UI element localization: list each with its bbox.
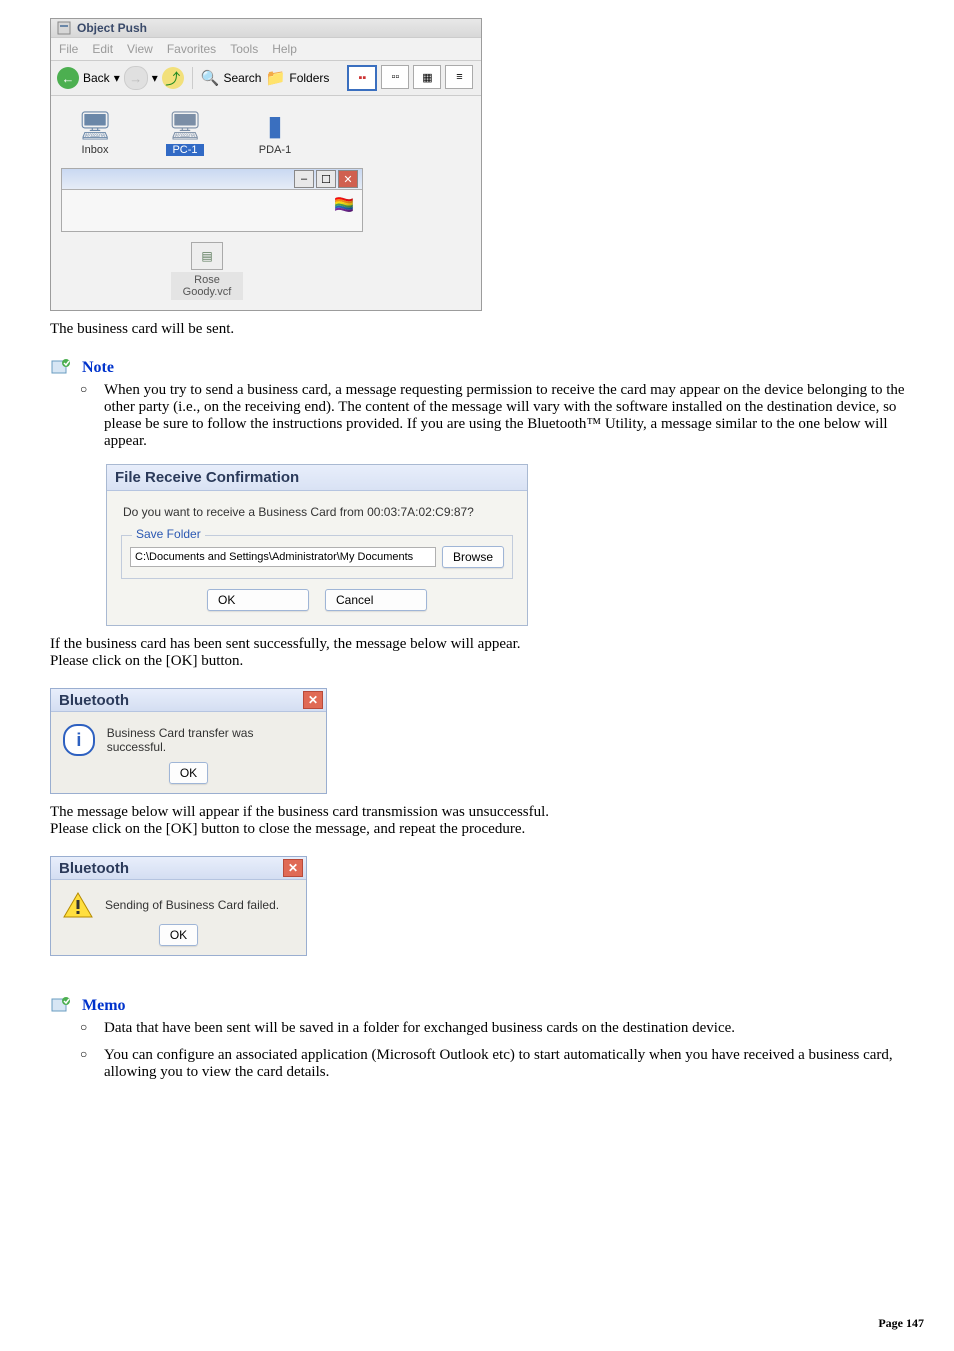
inbox-label: Inbox [65,144,125,156]
fail-intro-1: The message below will appear if the bus… [50,804,934,821]
close-button[interactable]: ✕ [338,170,358,188]
pda-icon: ▮ [255,106,295,142]
ok-button[interactable]: OK [207,589,309,611]
view-list[interactable]: ≡ [445,65,473,89]
dialog-question: Do you want to receive a Business Card f… [107,491,527,523]
warning-icon [63,892,93,918]
menu-tools[interactable]: Tools [230,42,258,56]
dialog-title: File Receive Confirmation [107,465,527,491]
note-heading: Note [82,359,114,377]
note-bullet-1: When you try to send a business card, a … [80,382,934,450]
file-receive-dialog: File Receive Confirmation Do you want to… [106,464,528,626]
success-intro-1: If the business card has been sent succe… [50,636,934,653]
view-buttons: ▪▪ ▫▫ ▦ ≡ [347,65,473,91]
vcf-label: Rose Goody.vcf [171,272,243,300]
memo-bullet-2: You can configure an associated applicat… [80,1047,934,1081]
success-intro-2: Please click on the [OK] button. [50,653,934,670]
note-icon [50,358,72,378]
sent-text: The business card will be sent. [50,321,934,338]
success-ok-button[interactable]: OK [169,762,208,784]
menu-help[interactable]: Help [272,42,297,56]
inner-title-bar: – ☐ ✕ [62,169,362,190]
app-icon [57,21,71,35]
fail-intro-2: Please click on the [OK] button to close… [50,821,934,838]
search-label[interactable]: Search [223,71,261,85]
forward-dropdown[interactable]: ▾ [152,71,158,85]
info-icon: i [63,724,95,756]
search-icon: 🔍 [201,69,220,87]
item-pc1[interactable]: 🖥 PC-1 [155,106,215,156]
menu-edit[interactable]: Edit [92,42,113,56]
browse-button[interactable]: Browse [442,546,504,568]
memo-bullet-1: Data that have been sent will be saved i… [80,1020,934,1037]
fail-message: Sending of Business Card failed. [105,898,279,912]
item-pda1[interactable]: ▮ PDA-1 [245,106,305,156]
cancel-button[interactable]: Cancel [325,589,427,611]
toolbar-separator [192,67,193,89]
item-inbox[interactable]: 🖥 Inbox [65,106,125,156]
forward-button[interactable]: → [124,66,148,90]
inner-window: – ☐ ✕ 🏳️‍🌈 [61,168,363,232]
save-path-field[interactable]: C:\Documents and Settings\Administrator\… [130,547,436,567]
up-button[interactable]: ⤴ [162,67,184,89]
view-thumbnails[interactable]: ▪▪ [347,65,377,91]
success-message: Business Card transfer was successful. [107,726,314,754]
inbox-icon: 🖥 [75,106,115,142]
close-icon[interactable]: ✕ [283,859,303,877]
menu-bar: File Edit View Favorites Tools Help [51,38,481,61]
back-button-label[interactable]: Back [83,71,110,85]
menu-file[interactable]: File [59,42,78,56]
fail-title: Bluetooth [59,860,129,877]
maximize-button[interactable]: ☐ [316,170,336,188]
view-tiles[interactable]: ▫▫ [381,65,409,89]
pda1-label: PDA-1 [245,144,305,156]
flag-icon: 🏳️‍🌈 [334,195,354,215]
back-button-icon[interactable]: ← [57,67,79,89]
vcf-file-item[interactable]: ▤ Rose Goody.vcf [171,242,243,300]
bluetooth-success-dialog: Bluetooth ✕ i Business Card transfer was… [50,688,327,794]
back-dropdown[interactable]: ▾ [114,71,120,85]
pc-icon: 🖥 [165,106,205,142]
folders-icon: 📁 [265,68,285,88]
toolbar: ← Back ▾ → ▾ ⤴ 🔍 Search 📁 Folders ▪▪ ▫▫ … [51,61,481,96]
view-icons[interactable]: ▦ [413,65,441,89]
close-icon[interactable]: ✕ [303,691,323,709]
memo-heading: Memo [82,997,126,1015]
save-folder-fieldset: Save Folder C:\Documents and Settings\Ad… [121,535,513,579]
object-push-window: Object Push File Edit View Favorites Too… [50,18,482,311]
pc1-label: PC-1 [155,144,215,156]
window-title-text: Object Push [77,21,147,35]
page-number: 147 [906,1316,924,1330]
window-title-bar: Object Push [51,19,481,38]
minimize-button[interactable]: – [294,170,314,188]
page-label: Page [878,1316,906,1330]
vcard-icon: ▤ [191,242,223,270]
menu-view[interactable]: View [127,42,153,56]
page-footer: Page 147 [878,1316,924,1331]
menu-favorites[interactable]: Favorites [167,42,216,56]
save-folder-legend: Save Folder [132,527,205,541]
bluetooth-fail-dialog: Bluetooth ✕ Sending of Business Card fai… [50,856,307,956]
folders-label[interactable]: Folders [289,71,329,85]
fail-ok-button[interactable]: OK [159,924,198,946]
success-title: Bluetooth [59,692,129,709]
memo-icon [50,996,72,1016]
